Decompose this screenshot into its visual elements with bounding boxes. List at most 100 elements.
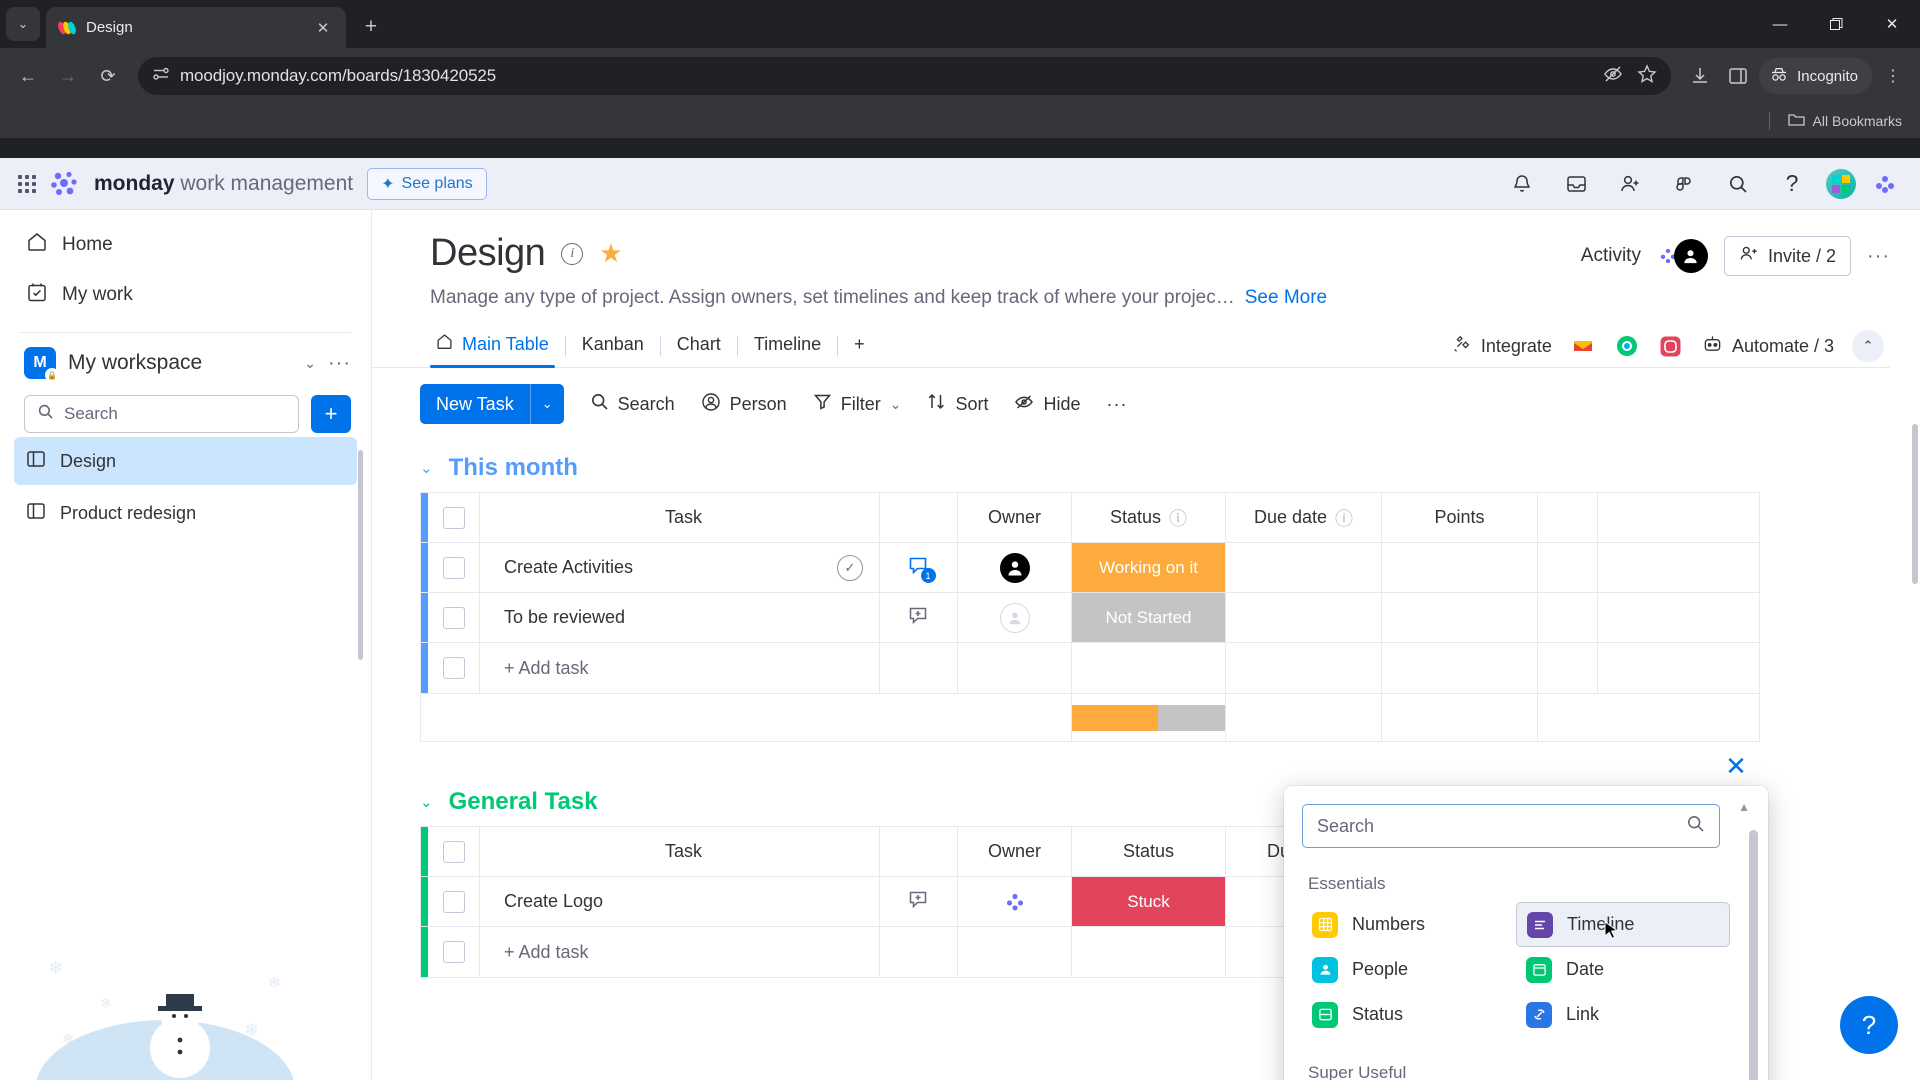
toolbar-more-icon[interactable]: ··· (1106, 394, 1127, 415)
all-bookmarks-label[interactable]: All Bookmarks (1813, 113, 1902, 129)
column-header-status[interactable]: Status ⓘ (1072, 493, 1226, 542)
browser-tab-design[interactable]: Design ✕ (46, 7, 346, 48)
filter-button[interactable]: Filter ⌄ (813, 392, 901, 416)
apps-icon[interactable] (1664, 164, 1704, 204)
cell-owner[interactable] (958, 543, 1072, 592)
column-type-numbers[interactable]: Numbers (1302, 902, 1516, 947)
bookmark-star-icon[interactable] (1637, 63, 1657, 89)
row-checkbox[interactable] (428, 643, 480, 693)
search-input[interactable]: Search (24, 395, 299, 433)
help-fab-button[interactable]: ? (1840, 996, 1898, 1054)
group-header-this-month[interactable]: ⌄ This month (420, 454, 1920, 482)
see-plans-button[interactable]: ✦ See plans (367, 167, 487, 200)
collapse-header-button[interactable]: ⌃ (1852, 330, 1884, 362)
row-checkbox[interactable] (428, 927, 480, 977)
chevron-down-icon[interactable]: ⌄ (420, 793, 433, 811)
automate-button[interactable]: Automate / 3 (1702, 334, 1834, 359)
integrate-button[interactable]: Integrate (1452, 334, 1552, 359)
close-window-icon[interactable]: ✕ (1864, 0, 1920, 48)
cell-points[interactable] (1382, 593, 1538, 642)
info-icon[interactable]: ⓘ (1169, 505, 1187, 531)
person-filter-button[interactable]: Person (701, 392, 787, 417)
search-button[interactable]: Search (590, 392, 675, 416)
add-task-button[interactable]: + Add task (480, 643, 880, 693)
column-type-people[interactable]: People (1302, 947, 1516, 992)
tab-timeline[interactable]: Timeline (738, 326, 837, 367)
column-header-owner[interactable]: Owner (958, 493, 1072, 542)
row-checkbox[interactable] (428, 543, 480, 592)
cell-status[interactable]: Not Started (1072, 593, 1226, 642)
board-more-icon[interactable]: ··· (1867, 245, 1890, 268)
cell-owner[interactable] (958, 877, 1072, 926)
close-icon[interactable]: ✕ (312, 17, 334, 39)
tab-search-button[interactable]: ⌄ (6, 7, 40, 41)
cell-status[interactable]: Stuck (1072, 877, 1226, 926)
address-bar[interactable]: moodjoy.monday.com/boards/1830420525 (138, 57, 1672, 95)
site-settings-icon[interactable] (152, 65, 170, 88)
inbox-icon[interactable] (1556, 164, 1596, 204)
cell-updates[interactable] (880, 877, 958, 926)
add-task-row[interactable]: + Add task (421, 643, 1759, 693)
workspace-selector[interactable]: M 🔒 My workspace ⌄ ··· (0, 333, 371, 389)
sidebar-item-my-work[interactable]: My work (0, 270, 371, 320)
see-more-link[interactable]: See More (1245, 287, 1327, 309)
sidebar-item-design[interactable]: Design (14, 437, 357, 485)
select-all-checkbox[interactable] (428, 827, 480, 876)
sidebar-scrollbar[interactable] (358, 450, 363, 660)
integration-app-icon[interactable] (1613, 333, 1640, 359)
back-icon[interactable]: ← (10, 58, 46, 94)
row-checkbox[interactable] (428, 593, 480, 642)
info-icon[interactable]: ⓘ (1335, 505, 1353, 531)
new-task-button[interactable]: New Task ⌄ (420, 384, 564, 424)
incognito-indicator[interactable]: Incognito (1759, 58, 1872, 94)
cell-due-date[interactable] (1226, 593, 1382, 642)
task-done-icon[interactable]: ✓ (837, 554, 863, 581)
column-header-points[interactable]: Points (1382, 493, 1538, 542)
column-header-task[interactable]: Task (480, 827, 880, 876)
cell-updates[interactable]: 1 (880, 543, 958, 592)
activity-label[interactable]: Activity (1581, 245, 1641, 267)
chrome-menu-icon[interactable]: ⋮ (1876, 59, 1910, 93)
column-picker-search-input[interactable]: Search (1302, 804, 1720, 848)
downloads-icon[interactable] (1683, 59, 1717, 93)
tab-kanban[interactable]: Kanban (566, 326, 660, 367)
avatar[interactable] (1826, 168, 1856, 199)
add-column-button[interactable] (1538, 493, 1598, 542)
tab-main-table[interactable]: Main Table (420, 325, 565, 368)
cell-updates[interactable] (880, 593, 958, 642)
hide-password-icon[interactable] (1603, 64, 1623, 89)
favorite-star-icon[interactable]: ★ (599, 238, 622, 269)
row-checkbox[interactable] (428, 877, 480, 926)
instagram-app-icon[interactable] (1657, 333, 1684, 359)
cell-task[interactable]: To be reviewed (480, 593, 880, 642)
new-tab-button[interactable]: + (354, 10, 388, 44)
invite-member-icon[interactable] (1610, 164, 1650, 204)
sidebar-item-home[interactable]: Home (0, 220, 371, 270)
forward-icon[interactable]: → (50, 58, 86, 94)
activity-avatar-group[interactable] (1657, 239, 1708, 273)
help-icon[interactable]: ? (1772, 164, 1812, 204)
search-icon[interactable] (1718, 164, 1758, 204)
column-type-date[interactable]: Date (1516, 947, 1730, 992)
add-board-button[interactable]: + (311, 395, 351, 433)
workspace-more-icon[interactable]: ··· (328, 352, 351, 375)
column-header-owner[interactable]: Owner (958, 827, 1072, 876)
chevron-up-icon[interactable]: ▲ (1738, 800, 1750, 814)
side-panel-icon[interactable] (1721, 59, 1755, 93)
cell-status[interactable]: Working on it (1072, 543, 1226, 592)
cell-points[interactable] (1382, 543, 1538, 592)
chevron-down-icon[interactable]: ⌄ (304, 355, 316, 372)
chevron-down-icon[interactable]: ⌄ (420, 459, 433, 477)
column-type-status[interactable]: Status (1302, 992, 1516, 1037)
close-column-picker-button[interactable]: ✕ (1714, 744, 1758, 788)
hide-button[interactable]: Hide (1014, 392, 1080, 417)
column-header-task[interactable]: Task (480, 493, 880, 542)
column-header-due-date[interactable]: Due date ⓘ (1226, 493, 1382, 542)
column-type-link[interactable]: Link (1516, 992, 1730, 1037)
column-header-status[interactable]: Status (1072, 827, 1226, 876)
maximize-icon[interactable] (1808, 0, 1864, 48)
cell-owner[interactable] (958, 593, 1072, 642)
minimize-icon[interactable]: — (1752, 0, 1808, 48)
apps-grid-icon[interactable] (18, 174, 36, 193)
board-scrollbar[interactable] (1912, 424, 1918, 584)
